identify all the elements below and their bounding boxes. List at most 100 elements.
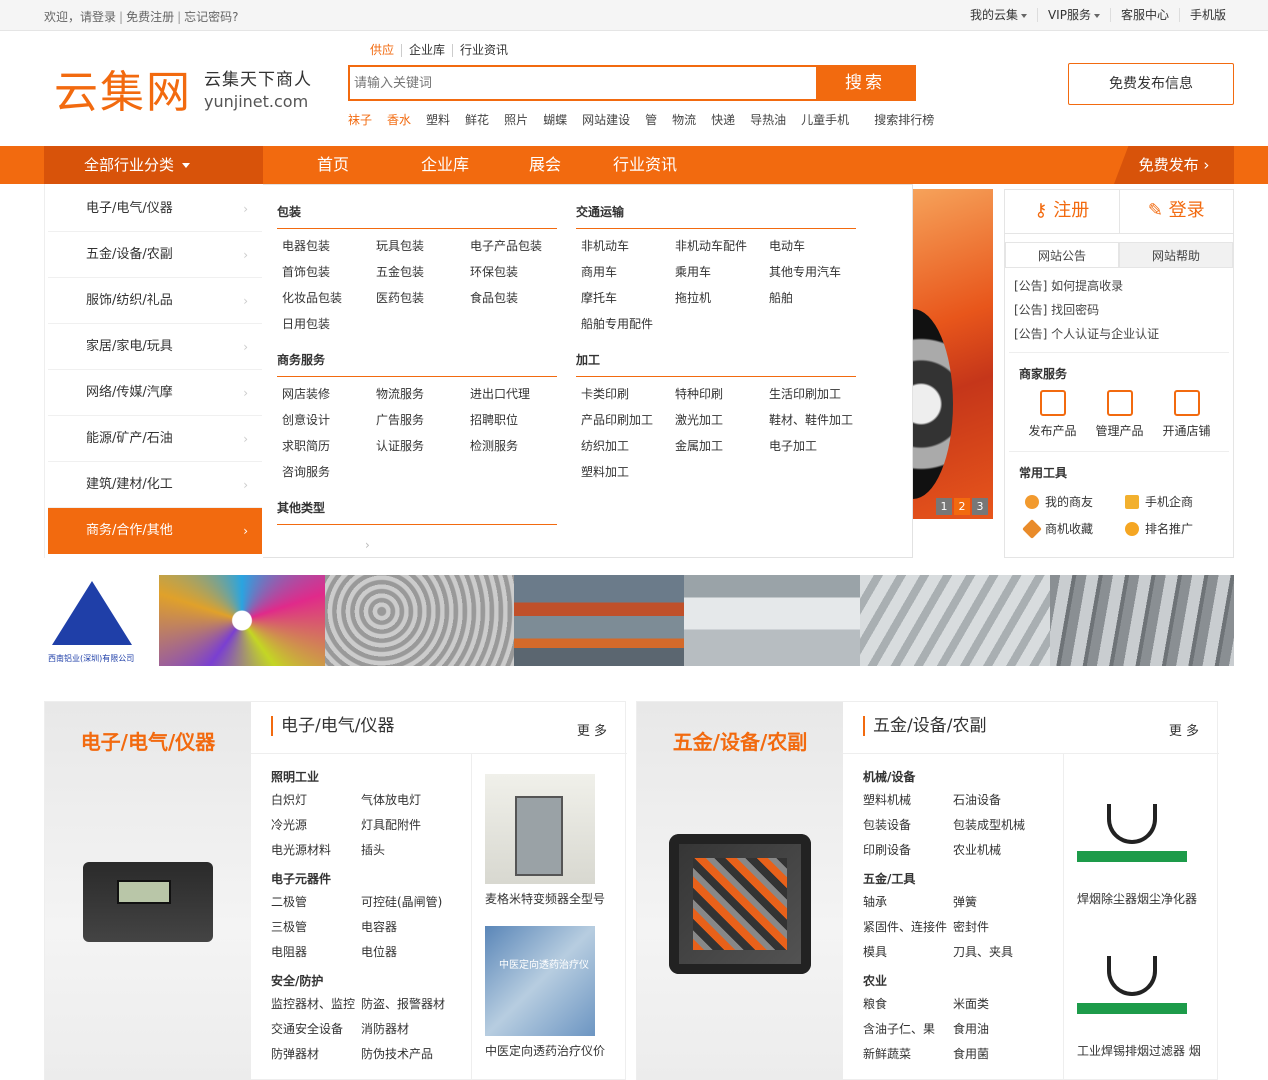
flyout-item-link[interactable]: 非机动车: [581, 237, 675, 254]
ad-strip[interactable]: 西南铝业(深圳)有限公司: [44, 575, 1234, 666]
hot-keyword-link[interactable]: 袜子: [348, 111, 372, 128]
category-link[interactable]: 米面类: [953, 995, 1053, 1012]
more-link[interactable]: 更 多: [1169, 720, 1199, 739]
chevron-right-icon[interactable]: ›: [365, 538, 370, 552]
flyout-item-link[interactable]: 医药包装: [376, 289, 470, 306]
category-link[interactable]: 监控器材、监控: [271, 995, 361, 1012]
search-ranking-link[interactable]: 搜索排行榜: [874, 111, 934, 128]
category-link[interactable]: 交通安全设备: [271, 1020, 361, 1037]
search-tab[interactable]: 行业资讯: [452, 44, 515, 57]
hot-keyword-link[interactable]: 物流: [672, 111, 696, 128]
category-item[interactable]: 五金/设备/农副 ›: [48, 232, 262, 278]
category-link[interactable]: 包装设备: [863, 816, 953, 833]
category-link[interactable]: 紧固件、连接件: [863, 918, 953, 935]
category-link[interactable]: 包装成型机械: [953, 816, 1053, 833]
category-link[interactable]: 粮食: [863, 995, 953, 1012]
category-link[interactable]: 电阻器: [271, 943, 361, 960]
flyout-item-link[interactable]: 网店装修: [282, 385, 376, 402]
hero-banner[interactable]: [913, 189, 993, 519]
nav-item-home[interactable]: 首页: [317, 146, 349, 184]
hot-keyword-link[interactable]: 快递: [711, 111, 735, 128]
product-card[interactable]: 焊烟除尘器烟尘净化器: [1077, 774, 1207, 907]
hot-keyword-link[interactable]: 导热油: [750, 111, 786, 128]
tool-favorites[interactable]: 商机收藏: [1022, 518, 1125, 539]
hot-keyword-link[interactable]: 塑料: [426, 111, 450, 128]
nav-item-news[interactable]: 行业资讯: [613, 146, 677, 184]
hot-keyword-link[interactable]: 儿童手机: [801, 111, 849, 128]
tab-help[interactable]: 网站帮助: [1119, 242, 1233, 267]
publish-product-button[interactable]: 发布产品: [1019, 390, 1086, 439]
flyout-item-link[interactable]: 金属加工: [675, 437, 769, 454]
category-link[interactable]: 弹簧: [953, 893, 1053, 910]
flyout-section-title[interactable]: 加工: [576, 351, 856, 377]
product-card[interactable]: 麦格米特变频器全型号: [485, 774, 615, 907]
section-feature-panel[interactable]: 五金/设备/农副: [637, 702, 843, 1080]
category-link[interactable]: 含油子仁、果: [863, 1020, 953, 1037]
flyout-item-link[interactable]: 咨询服务: [282, 463, 376, 480]
manage-product-button[interactable]: 管理产品: [1086, 390, 1153, 439]
flyout-item-link[interactable]: 食品包装: [470, 289, 564, 306]
notice-item[interactable]: [公告] 个人认证与企业认证: [1014, 322, 1233, 346]
flyout-item-link[interactable]: 特种印刷: [675, 385, 769, 402]
product-card[interactable]: 中医定向透药治疗仪 中医定向透药治疗仪价: [485, 926, 615, 1059]
category-link[interactable]: 电容器: [361, 918, 461, 935]
top-menu-item[interactable]: 客服中心: [1109, 8, 1179, 22]
category-link[interactable]: 可控硅(晶闸管): [361, 893, 461, 910]
flyout-item-link[interactable]: 广告服务: [376, 411, 470, 428]
flyout-item-link[interactable]: 招聘职位: [470, 411, 564, 428]
category-item[interactable]: 电子/电气/仪器 ›: [48, 186, 262, 232]
hot-keyword-link[interactable]: 香水: [387, 111, 411, 128]
category-link[interactable]: 三极管: [271, 918, 361, 935]
flyout-item-link[interactable]: 商用车: [581, 263, 675, 280]
category-item[interactable]: 家居/家电/玩具 ›: [48, 324, 262, 370]
register-button[interactable]: ⚷ 注册: [1005, 190, 1120, 233]
category-group-title[interactable]: 农业: [863, 972, 1063, 989]
search-button[interactable]: 搜索: [816, 67, 914, 99]
login-button[interactable]: ✎ 登录: [1120, 190, 1234, 233]
category-link[interactable]: 二极管: [271, 893, 361, 910]
category-link[interactable]: 冷光源: [271, 816, 361, 833]
search-tab[interactable]: 供应: [363, 44, 401, 57]
all-categories-button[interactable]: 全部行业分类: [44, 146, 263, 184]
flyout-item-link[interactable]: 塑料加工: [581, 463, 675, 480]
category-group-title[interactable]: 安全/防护: [271, 972, 471, 989]
flyout-item-link[interactable]: 拖拉机: [675, 289, 769, 306]
category-group-title[interactable]: 照明工业: [271, 768, 471, 785]
category-link[interactable]: 电光源材料: [271, 841, 361, 858]
login-link[interactable]: 请登录: [80, 10, 116, 24]
flyout-item-link[interactable]: 进出口代理: [470, 385, 564, 402]
hot-keyword-link[interactable]: 管: [645, 111, 657, 128]
flyout-item-link[interactable]: 创意设计: [282, 411, 376, 428]
category-link[interactable]: 防弹器材: [271, 1045, 361, 1062]
category-link[interactable]: 食用油: [953, 1020, 1053, 1037]
banner-page-dot[interactable]: 2: [954, 498, 970, 515]
flyout-item-link[interactable]: 乘用车: [675, 263, 769, 280]
category-link[interactable]: 消防器材: [361, 1020, 461, 1037]
flyout-item-link[interactable]: 激光加工: [675, 411, 769, 428]
category-link[interactable]: 气体放电灯: [361, 791, 461, 808]
tab-announcements[interactable]: 网站公告: [1005, 242, 1119, 267]
search-tab[interactable]: 企业库: [401, 44, 452, 57]
category-link[interactable]: 白炽灯: [271, 791, 361, 808]
flyout-item-link[interactable]: 电子产品包装: [470, 237, 564, 254]
category-link[interactable]: 食用菌: [953, 1045, 1053, 1062]
category-item[interactable]: 网络/传媒/汽摩 ›: [48, 370, 262, 416]
search-input[interactable]: [350, 67, 816, 99]
category-group-title[interactable]: 电子元器件: [271, 870, 471, 887]
product-card[interactable]: 工业焊锡排烟过滤器 烟: [1077, 926, 1207, 1059]
more-link[interactable]: 更 多: [577, 720, 607, 739]
publish-info-button[interactable]: 免费发布信息: [1068, 63, 1234, 105]
flyout-item-link[interactable]: 电子加工: [769, 437, 863, 454]
nav-item-exhibitions[interactable]: 展会: [529, 146, 561, 184]
notice-item[interactable]: [公告] 如何提高收录: [1014, 274, 1233, 298]
flyout-section-title[interactable]: 商务服务: [277, 351, 557, 377]
flyout-item-link[interactable]: 认证服务: [376, 437, 470, 454]
category-link[interactable]: 密封件: [953, 918, 1053, 935]
flyout-section-title[interactable]: 包装: [277, 203, 557, 229]
flyout-item-link[interactable]: 电动车: [769, 237, 863, 254]
flyout-item-link[interactable]: 船舶专用配件: [581, 315, 675, 332]
flyout-item-link[interactable]: 生活印刷加工: [769, 385, 863, 402]
flyout-item-link[interactable]: 环保包装: [470, 263, 564, 280]
flyout-section-title[interactable]: 交通运输: [576, 203, 856, 229]
tool-friends[interactable]: 我的商友: [1025, 493, 1125, 510]
